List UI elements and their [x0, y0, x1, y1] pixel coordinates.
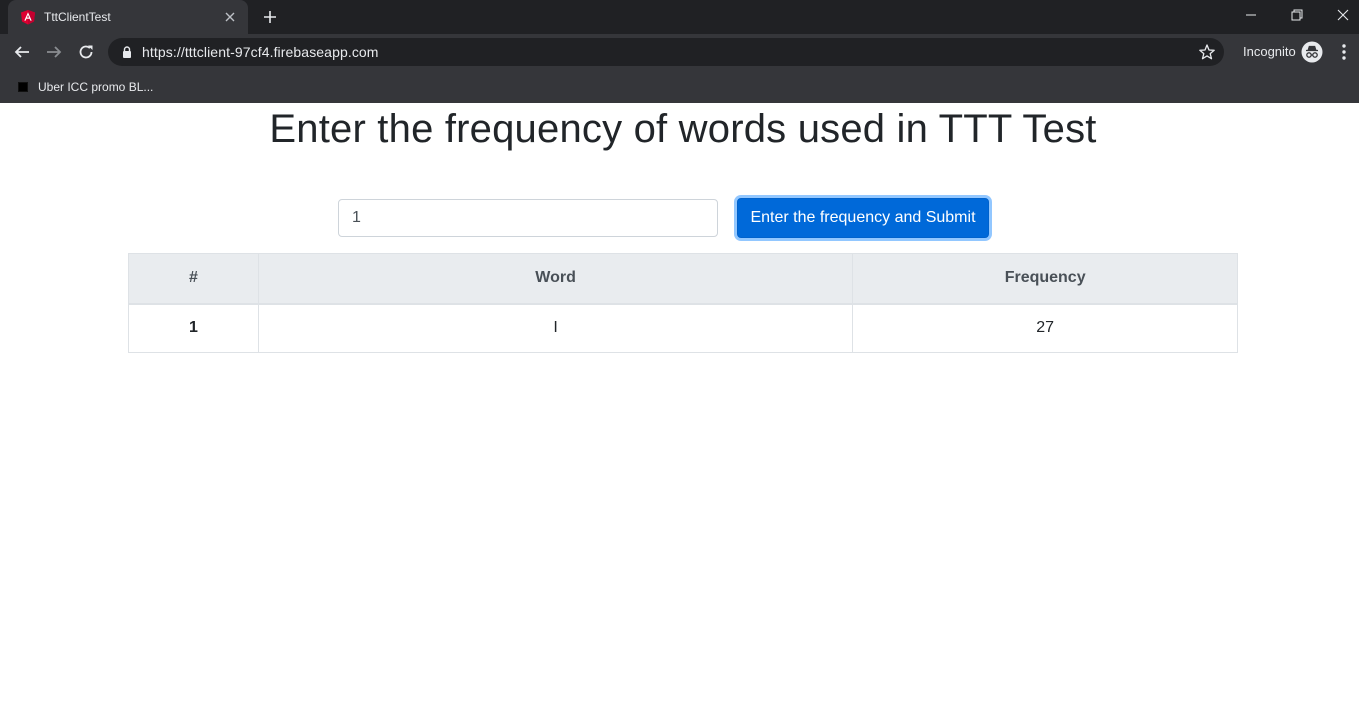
submit-button[interactable]: Enter the frequency and Submit: [737, 198, 989, 238]
forward-arrow-icon[interactable]: [40, 38, 68, 66]
browser-tabstrip: TttClientTest: [0, 0, 1359, 34]
browser-tab[interactable]: TttClientTest: [8, 0, 248, 34]
row-word: I: [257, 303, 854, 353]
column-header-word: Word: [257, 253, 854, 305]
bookmark-label: Uber ICC promo BL...: [38, 80, 154, 94]
restore-icon[interactable]: [1274, 0, 1320, 30]
table-header-row: # Word Frequency: [128, 253, 1238, 305]
tab-title: TttClientTest: [44, 10, 111, 24]
reload-icon[interactable]: [72, 38, 100, 66]
star-icon[interactable]: [1198, 43, 1216, 61]
column-header-index: #: [128, 253, 259, 305]
close-icon[interactable]: [222, 9, 238, 25]
table-row: 1 I 27: [128, 303, 1238, 353]
bookmark-favicon-icon: [18, 82, 28, 92]
page-content: Enter the frequency of words used in TTT…: [0, 103, 1359, 725]
frequency-input[interactable]: [338, 199, 718, 237]
back-arrow-icon[interactable]: [8, 38, 36, 66]
lock-icon: [120, 45, 134, 59]
plus-icon[interactable]: [260, 7, 280, 27]
address-bar[interactable]: https://tttclient-97cf4.firebaseapp.com: [108, 38, 1224, 66]
frequency-table: # Word Frequency 1 I 27: [128, 253, 1238, 353]
more-vertical-icon[interactable]: [1334, 42, 1354, 62]
bookmarks-bar: Uber ICC promo BL...: [0, 70, 1359, 103]
incognito-label: Incognito: [1243, 44, 1296, 59]
window-close-icon[interactable]: [1320, 0, 1359, 30]
row-frequency: 27: [852, 303, 1238, 353]
bookmark-item[interactable]: Uber ICC promo BL...: [16, 77, 153, 97]
url-text[interactable]: https://tttclient-97cf4.firebaseapp.com: [142, 44, 379, 60]
browser-toolbar: https://tttclient-97cf4.firebaseapp.com: [0, 34, 1359, 70]
angular-icon: [20, 9, 36, 25]
incognito-icon[interactable]: [1301, 41, 1323, 63]
row-index: 1: [128, 303, 259, 353]
page-title: Enter the frequency of words used in TTT…: [269, 107, 1097, 151]
column-header-frequency: Frequency: [852, 253, 1238, 305]
minimize-icon[interactable]: [1228, 0, 1274, 30]
